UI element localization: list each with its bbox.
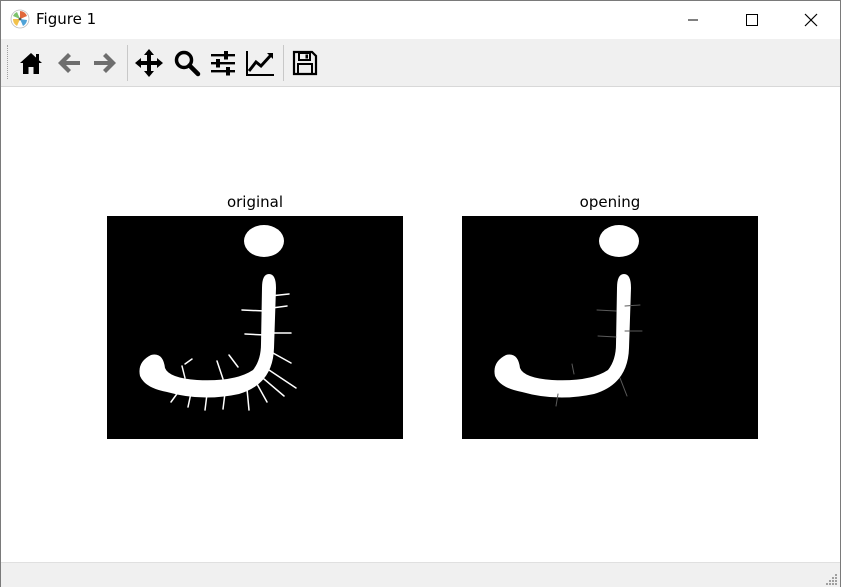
status-bar [1, 562, 840, 587]
arrow-right-icon [94, 53, 116, 73]
home-button[interactable] [15, 47, 47, 79]
figure-window: Figure 1 original opening [0, 0, 841, 587]
arrow-left-icon [58, 53, 80, 73]
opening-image [462, 216, 758, 439]
minimize-icon [688, 19, 698, 21]
title-bar: Figure 1 [1, 1, 840, 39]
matplotlib-logo-icon [10, 9, 30, 29]
forward-button[interactable] [89, 47, 121, 79]
minimize-button[interactable] [670, 1, 716, 39]
axes-opening[interactable] [462, 216, 758, 439]
edit-axes-button[interactable] [244, 47, 276, 79]
maximize-button[interactable] [729, 1, 775, 39]
figure-canvas[interactable]: original opening [1, 87, 840, 562]
axes-original[interactable] [107, 216, 403, 439]
save-button[interactable] [289, 47, 321, 79]
sliders-icon [211, 51, 235, 76]
resize-grip-icon[interactable] [826, 573, 838, 585]
configure-subplots-button[interactable] [207, 47, 239, 79]
close-icon [804, 13, 818, 27]
floppy-disk-icon [292, 50, 318, 76]
window-title: Figure 1 [36, 10, 97, 28]
subplot-title-original: original [226, 193, 284, 211]
toolbar-separator [127, 45, 128, 81]
navigation-toolbar [1, 39, 840, 87]
maximize-icon [746, 14, 758, 26]
close-button[interactable] [788, 1, 834, 39]
home-icon [20, 53, 42, 74]
toolbar-separator [283, 45, 284, 81]
zoom-button[interactable] [171, 47, 203, 79]
subplot-title-opening: opening [579, 193, 641, 211]
line-chart-icon [246, 51, 274, 76]
magnifier-icon [174, 50, 201, 77]
pan-button[interactable] [133, 47, 165, 79]
original-image [107, 216, 403, 439]
move-icon [135, 49, 163, 77]
toolbar-grip[interactable] [7, 45, 10, 79]
back-button[interactable] [53, 47, 85, 79]
